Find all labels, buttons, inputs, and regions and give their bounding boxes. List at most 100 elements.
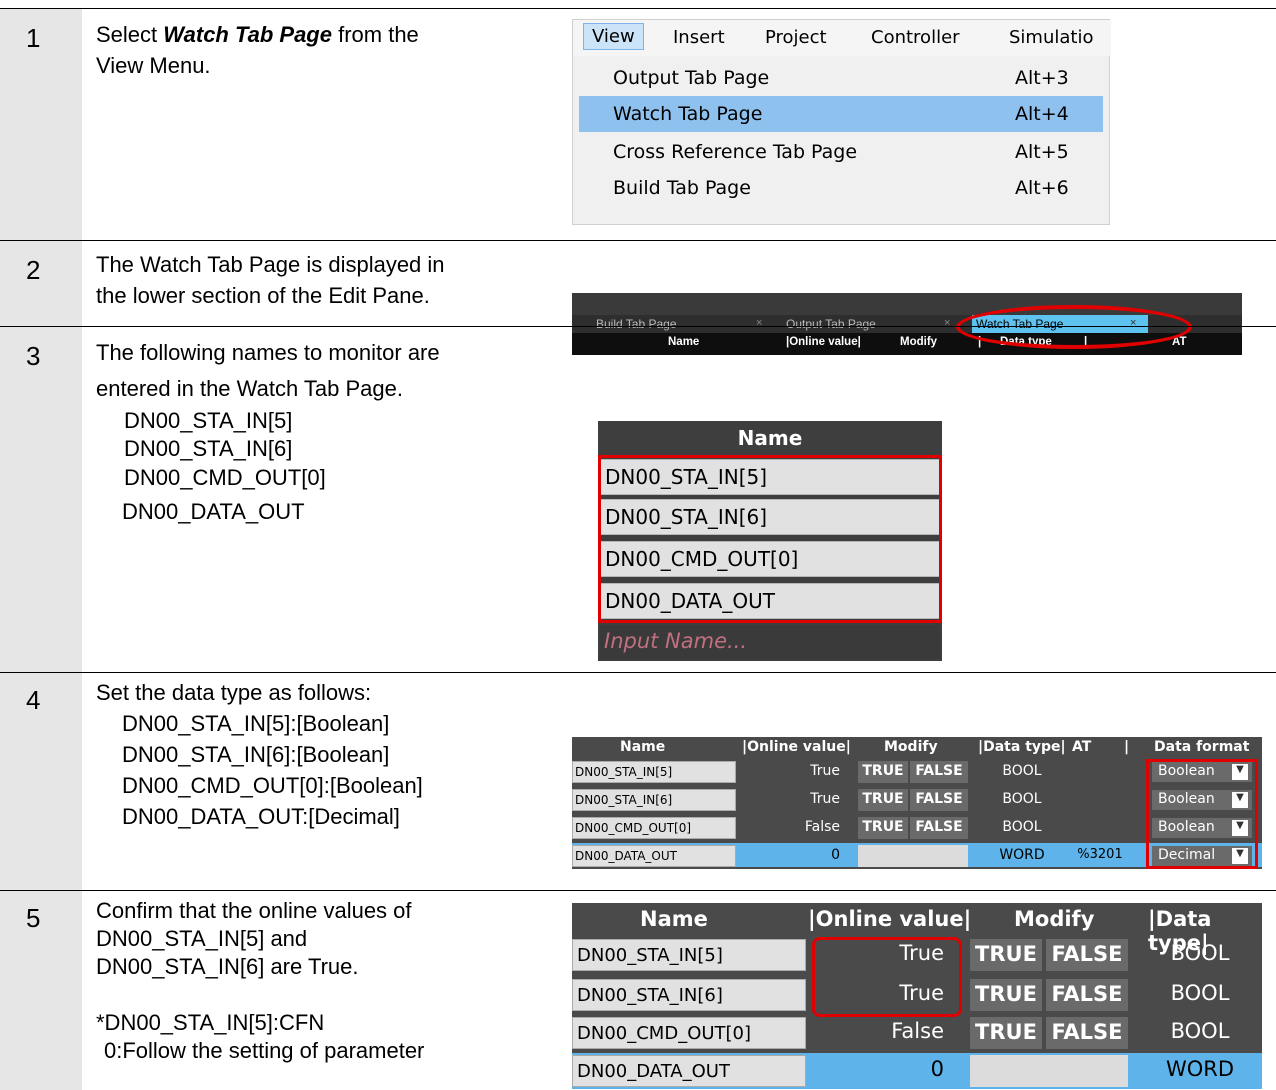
false-button[interactable]: FALSE [910, 817, 968, 839]
step-number: 1 [26, 23, 41, 53]
name-cell[interactable]: DN00_DATA_OUT [572, 845, 736, 867]
step-text: DN00_STA_IN[5] [124, 408, 293, 433]
step-text-emphasis: Watch Tab Page [163, 22, 332, 47]
menu-item-shortcut: Alt+4 [1015, 103, 1069, 125]
data-type: BOOL [1002, 763, 1042, 779]
step-number-column [0, 673, 82, 890]
step-5-row: 5 Confirm that the online values of DN00… [0, 890, 1276, 1090]
false-button[interactable]: FALSE [1046, 939, 1128, 971]
modify-input[interactable] [858, 845, 968, 867]
menu-project[interactable]: Project [765, 27, 827, 48]
step-description: Set the data type as follows: DN00_STA_I… [96, 677, 423, 832]
step-description: The Watch Tab Page is displayed in the l… [96, 249, 445, 311]
step-number: 5 [26, 903, 41, 933]
name-cell[interactable]: DN00_DATA_OUT [572, 1055, 806, 1087]
step-text: DN00_STA_IN[5]:[Boolean] [122, 711, 390, 736]
false-button[interactable]: FALSE [1046, 979, 1128, 1011]
step-2-row: 2 The Watch Tab Page is displayed in the… [0, 240, 1276, 355]
false-button[interactable]: FALSE [1046, 1017, 1128, 1049]
col-header-data-type: |Data type| [978, 739, 1066, 755]
online-value: 0 [831, 847, 840, 863]
menu-item-label: Watch Tab Page [613, 103, 763, 125]
menu-item-label: Output Tab Page [613, 67, 770, 89]
step-text: Set the data type as follows: [96, 680, 372, 705]
input-name-field[interactable]: Input Name... [600, 625, 940, 659]
data-type: WORD [999, 847, 1045, 863]
online-value: False [891, 1019, 944, 1043]
menu-item-build-tab-page[interactable]: Build Tab Page Alt+6 [579, 170, 1103, 206]
step-text: Select [96, 22, 164, 47]
step-text: *DN00_STA_IN[5]:CFN [96, 1010, 325, 1035]
highlight-rectangle [812, 937, 962, 1017]
true-button[interactable]: TRUE [970, 1017, 1042, 1049]
step-number: 3 [26, 341, 41, 371]
online-value: True [810, 791, 840, 807]
name-cell[interactable]: DN00_STA_IN[6] [572, 789, 736, 811]
name-cell[interactable]: DN00_STA_IN[5] [572, 761, 736, 783]
menu-controller[interactable]: Controller [871, 27, 960, 48]
menu-item-cross-reference-tab-page[interactable]: Cross Reference Tab Page Alt+5 [579, 134, 1103, 170]
menu-item-shortcut: Alt+3 [1015, 67, 1069, 89]
name-cell[interactable]: DN00_CMD_OUT[0] [572, 1017, 806, 1049]
false-button[interactable]: FALSE [910, 761, 968, 783]
watch-table-online-values: Name |Online value| Modify |Data type| D… [572, 903, 1262, 1089]
step-number-column [0, 891, 82, 1090]
at-address: %3201 [1077, 847, 1123, 862]
true-button[interactable]: TRUE [970, 939, 1042, 971]
step-text [96, 981, 424, 1009]
step-text: 0:Follow the setting of parameter [104, 1038, 425, 1063]
col-header-online-value: |Online value| [808, 907, 972, 931]
step-text: The Watch Tab Page is displayed in [96, 252, 445, 277]
online-value: False [804, 819, 840, 835]
watch-table-data-format: Name |Online value| Modify |Data type| A… [572, 737, 1262, 869]
step-3-row: 3 The following names to monitor are ent… [0, 326, 1276, 672]
name-column-header: Name [737, 426, 803, 450]
col-header-name: Name [640, 907, 708, 931]
name-cell[interactable]: DN00_CMD_OUT[0] [572, 817, 736, 839]
step-text: DN00_STA_IN[6] [124, 436, 293, 461]
data-type: WORD [1165, 1057, 1235, 1081]
step-description: Select Watch Tab Page from the View Menu… [96, 19, 419, 81]
name-cell[interactable]: DN00_STA_IN[5] [572, 939, 806, 971]
col-header-name: Name [620, 739, 666, 755]
step-1-row: 1 Select Watch Tab Page from the View Me… [0, 8, 1276, 240]
step-text: from the [331, 22, 419, 47]
step-text: the lower section of the Edit Pane. [96, 283, 430, 308]
true-button[interactable]: TRUE [858, 817, 908, 839]
false-button[interactable]: FALSE [910, 789, 968, 811]
col-header-at: AT [1072, 739, 1092, 755]
col-header-data-format: Data format [1154, 739, 1250, 755]
modify-input[interactable] [970, 1055, 1128, 1087]
step-text: DN00_STA_IN[6]:[Boolean] [122, 742, 390, 767]
step-number-column [0, 327, 82, 672]
menu-item-shortcut: Alt+6 [1015, 177, 1069, 199]
true-button[interactable]: TRUE [858, 789, 908, 811]
data-type: BOOL [1170, 1019, 1230, 1043]
menu-item-output-tab-page[interactable]: Output Tab Page Alt+3 [579, 60, 1103, 96]
data-type: BOOL [1170, 941, 1230, 965]
data-type: BOOL [1002, 791, 1042, 807]
step-text: DN00_STA_IN[5] and [96, 926, 308, 951]
watch-name-column: Name DN00_STA_IN[5] DN00_STA_IN[6] DN00_… [598, 421, 942, 661]
true-button[interactable]: TRUE [970, 979, 1042, 1011]
step-text: DN00_CMD_OUT[0]:[Boolean] [122, 773, 423, 798]
online-value: 0 [930, 1057, 944, 1081]
step-text: entered in the Watch Tab Page. [96, 376, 403, 401]
menu-bar: View Insert Project Controller Simulatio [573, 20, 1111, 56]
step-text: View Menu. [96, 53, 211, 78]
data-type: BOOL [1170, 981, 1230, 1005]
menu-item-label: Cross Reference Tab Page [613, 141, 858, 163]
step-number: 2 [26, 255, 41, 285]
true-button[interactable]: TRUE [858, 761, 908, 783]
col-header-modify: Modify [1014, 907, 1095, 931]
step-text: DN00_DATA_OUT [122, 499, 305, 524]
step-text: DN00_DATA_OUT:[Decimal] [122, 804, 400, 829]
step-number: 4 [26, 685, 41, 715]
menu-simulation[interactable]: Simulatio [1009, 27, 1093, 48]
step-number-column [0, 241, 82, 326]
menu-view[interactable]: View [583, 23, 644, 50]
name-cell[interactable]: DN00_STA_IN[6] [572, 979, 806, 1011]
menu-insert[interactable]: Insert [673, 27, 725, 48]
data-type: BOOL [1002, 819, 1042, 835]
menu-item-watch-tab-page[interactable]: Watch Tab Page Alt+4 [579, 96, 1103, 132]
